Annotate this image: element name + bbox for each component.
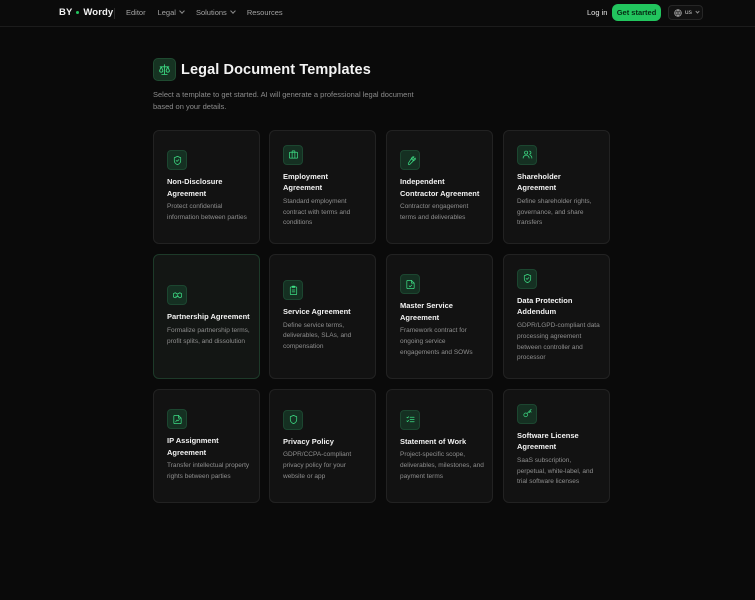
card-title: Shareholder Agreement bbox=[517, 171, 561, 193]
card-title: Partnership Agreement bbox=[167, 312, 250, 322]
handshake-icon bbox=[167, 285, 187, 306]
card-description: GDPR/CCPA-compliant privacy policy for y… bbox=[283, 451, 352, 480]
template-card-partnership[interactable]: Partnership Agreement Formalize partners… bbox=[153, 254, 260, 379]
card-title: Statement of Work bbox=[400, 436, 467, 446]
users-icon bbox=[517, 144, 537, 165]
template-card-service[interactable]: Service Agreement Define service terms, … bbox=[269, 254, 376, 379]
card-title: Non-Disclosure Agreement bbox=[167, 177, 223, 198]
locale-label: us bbox=[685, 9, 692, 16]
card-description: GDPR/LGPD-compliant data processing agre… bbox=[517, 321, 600, 362]
shield-check-icon bbox=[517, 268, 537, 289]
template-card-sow[interactable]: Statement of Work Project-specific scope… bbox=[386, 389, 493, 503]
chevron-down-icon bbox=[179, 8, 185, 14]
card-description: Formalize partnership terms, profit spli… bbox=[167, 326, 250, 345]
login-link[interactable]: Log in bbox=[587, 8, 607, 17]
card-description: SaaS subscription, perpetual, white-labe… bbox=[517, 456, 594, 486]
card-description: Define service terms, deliverables, SLAs… bbox=[283, 321, 352, 351]
file-check-icon bbox=[400, 274, 420, 295]
list-check-icon bbox=[400, 409, 420, 430]
card-title: Privacy Policy bbox=[283, 436, 334, 446]
nav-divider bbox=[114, 8, 115, 19]
shield-icon bbox=[283, 409, 303, 430]
key-icon bbox=[517, 403, 537, 424]
brand-left: BY bbox=[59, 7, 73, 18]
nav-link-editor[interactable]: Editor bbox=[126, 8, 146, 17]
chevron-down-icon bbox=[695, 9, 700, 14]
brand-logo[interactable]: BY Wordy bbox=[59, 7, 113, 18]
card-title: Master Service Agreement bbox=[400, 301, 453, 322]
card-title: Service Agreement bbox=[283, 307, 351, 317]
get-started-button[interactable]: Get started bbox=[612, 4, 661, 21]
wrench-icon bbox=[400, 150, 420, 171]
nav-link-legal[interactable]: Legal bbox=[157, 8, 185, 17]
nav-link-label: Legal bbox=[157, 8, 176, 17]
top-navbar: BY Wordy Editor Legal Solutions Resource… bbox=[0, 0, 755, 27]
template-card-privacy-policy[interactable]: Privacy Policy GDPR/CCPA-compliant priva… bbox=[269, 389, 376, 503]
card-description: Standard employment contract with terms … bbox=[283, 197, 351, 227]
card-description: Contractor engagement terms and delivera… bbox=[400, 203, 469, 221]
template-card-dpa[interactable]: Data Protection Addendum GDPR/LGPD-compl… bbox=[503, 254, 610, 379]
template-card-msa[interactable]: Master Service Agreement Framework contr… bbox=[386, 254, 493, 379]
page-subtitle: Select a template to get started. AI wil… bbox=[153, 90, 414, 111]
brand-dot bbox=[76, 11, 80, 14]
template-card-contractor[interactable]: Independent Contractor Agreement Contrac… bbox=[386, 130, 493, 244]
nav-link-solutions[interactable]: Solutions bbox=[195, 8, 236, 17]
page-title: Legal Document Templates bbox=[181, 62, 371, 78]
card-title: Data Protection Addendum bbox=[517, 295, 573, 317]
template-card-ip-assignment[interactable]: IP Assignment Agreement Transfer intelle… bbox=[153, 389, 260, 503]
scale-icon bbox=[153, 58, 176, 81]
card-title: IP Assignment Agreement bbox=[167, 436, 219, 457]
template-card-shareholder[interactable]: Shareholder Agreement Define shareholder… bbox=[503, 130, 610, 244]
brand-right: Wordy bbox=[83, 7, 114, 18]
shield-icon bbox=[167, 150, 187, 171]
chevron-down-icon bbox=[229, 8, 236, 14]
template-card-nda[interactable]: Non-Disclosure Agreement Protect confide… bbox=[153, 130, 260, 244]
nav-link-label: Solutions bbox=[195, 8, 227, 17]
nav-link-label: Resources bbox=[246, 8, 283, 17]
card-description: Define shareholder rights, governance, a… bbox=[517, 197, 592, 227]
card-description: Framework contract for ongoing service e… bbox=[400, 327, 473, 356]
card-title: Employment Agreement bbox=[283, 171, 329, 193]
card-title: Software License Agreement bbox=[517, 430, 579, 452]
locale-selector[interactable]: us bbox=[668, 5, 703, 20]
card-description: Project-specific scope, deliverables, mi… bbox=[400, 451, 484, 480]
nav-link-label: Editor bbox=[126, 8, 146, 17]
template-card-employment[interactable]: Employment Agreement Standard employment… bbox=[269, 130, 376, 244]
briefcase-icon bbox=[283, 144, 303, 165]
file-signature-icon bbox=[167, 409, 187, 430]
card-description: Transfer intellectual property rights be… bbox=[167, 462, 250, 480]
nav-links: Editor Legal Solutions Resources bbox=[126, 8, 295, 17]
card-description: Protect confidential information between… bbox=[167, 203, 247, 221]
clipboard-icon bbox=[283, 280, 303, 301]
card-title: Independent Contractor Agreement bbox=[400, 177, 480, 198]
nav-link-resources[interactable]: Resources bbox=[247, 8, 283, 17]
template-card-software-license[interactable]: Software License Agreement SaaS subscrip… bbox=[503, 389, 610, 503]
globe-icon bbox=[674, 8, 682, 17]
